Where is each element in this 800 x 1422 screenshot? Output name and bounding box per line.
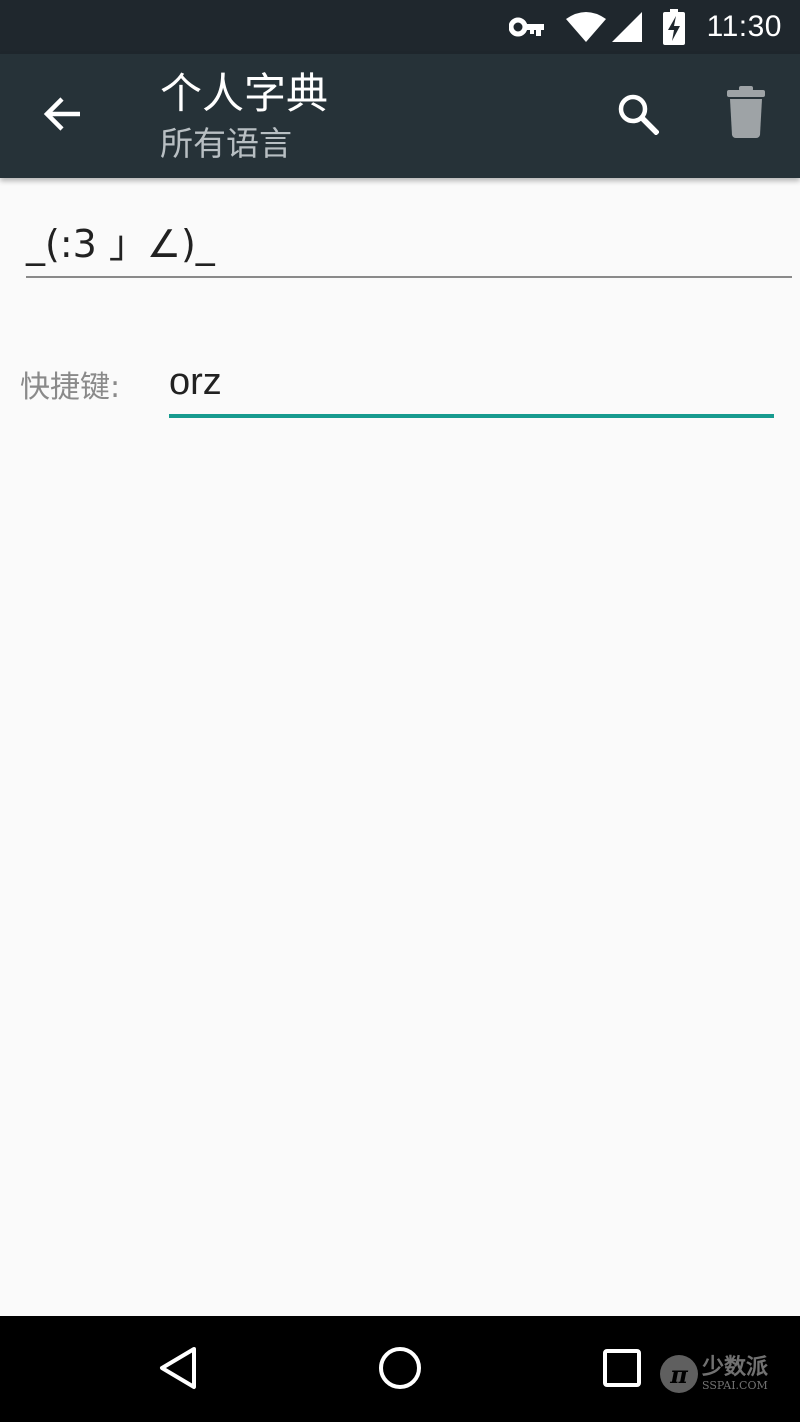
page-title: 个人字典 xyxy=(160,69,329,118)
vpn-key-icon xyxy=(508,16,545,38)
nav-back-icon xyxy=(158,1346,198,1394)
shortcut-input[interactable]: orz xyxy=(169,356,774,418)
delete-button[interactable] xyxy=(714,82,778,146)
nav-home-icon xyxy=(378,1346,422,1394)
status-bar: 11:30 xyxy=(0,0,800,54)
wifi-icon xyxy=(565,11,607,43)
shortcut-input-value: orz xyxy=(169,361,222,403)
back-button[interactable] xyxy=(30,84,94,148)
search-icon xyxy=(617,93,660,139)
back-arrow-icon xyxy=(42,96,82,136)
watermark-site: SSPAI.COM xyxy=(702,1379,768,1392)
status-time: 11:30 xyxy=(706,10,782,43)
nav-back-button[interactable] xyxy=(148,1340,208,1400)
nav-recents-button[interactable] xyxy=(592,1340,652,1400)
word-input[interactable]: _(:3 」∠)_ xyxy=(26,218,792,278)
watermark: π 少数派 SSPAI.COM xyxy=(660,1344,790,1404)
nav-home-button[interactable] xyxy=(370,1340,430,1400)
watermark-logo-icon: π xyxy=(660,1355,698,1393)
title-block: 个人字典 所有语言 xyxy=(160,66,328,166)
battery-charging-icon xyxy=(662,9,685,45)
watermark-name: 少数派 xyxy=(702,1355,769,1380)
signal-icon xyxy=(611,11,643,43)
search-button[interactable] xyxy=(606,84,670,148)
trash-icon xyxy=(726,85,766,143)
shortcut-label: 快捷键: xyxy=(20,370,121,405)
app-bar: 个人字典 所有语言 xyxy=(0,54,800,178)
nav-recents-icon xyxy=(602,1348,642,1392)
page-subtitle: 所有语言 xyxy=(160,124,292,163)
word-input-value: _(:3 」∠)_ xyxy=(26,222,215,266)
